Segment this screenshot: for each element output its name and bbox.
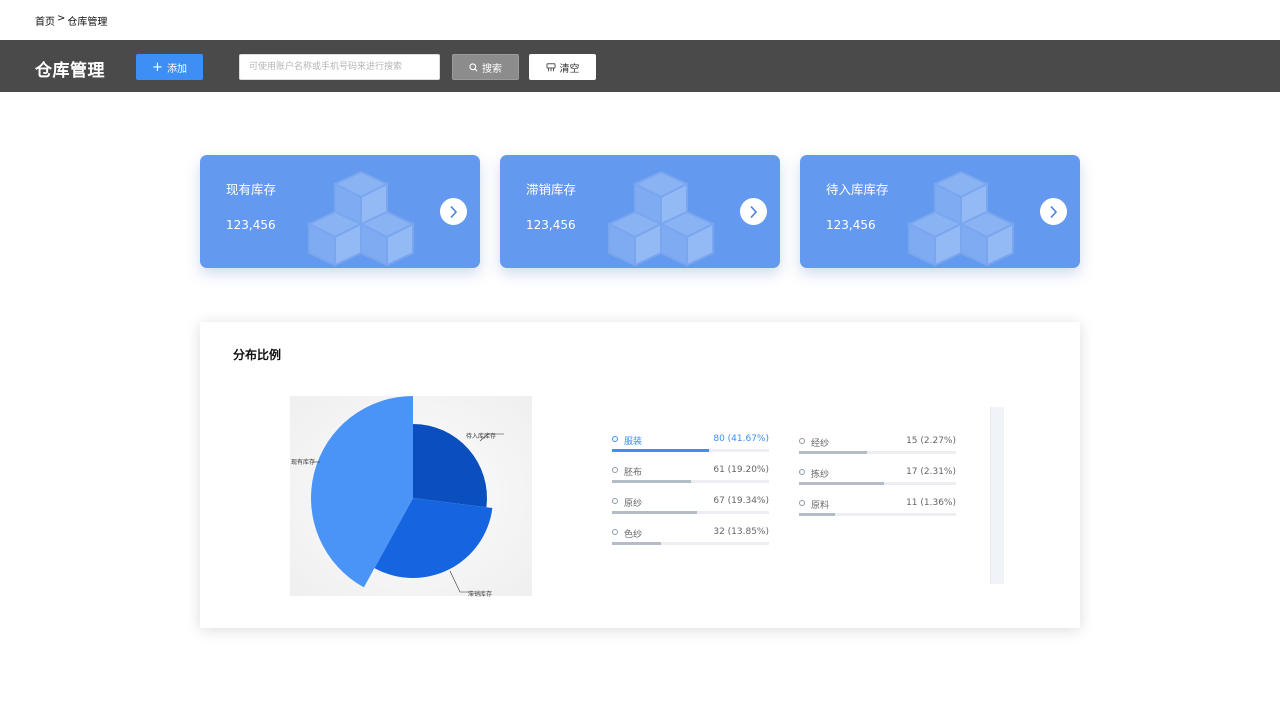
pie-label-pending: 待入库库存	[466, 433, 497, 440]
card-slow-moving-stock: 滞销库存 123,456	[500, 155, 780, 268]
page-title: 仓库管理	[35, 61, 105, 81]
legend-item[interactable]: 原料 11 (1.36%)	[799, 498, 956, 522]
search-icon	[469, 62, 478, 71]
legend-value: 17 (2.31%)	[906, 467, 956, 477]
legend-dot-icon	[612, 529, 618, 535]
cubes-icon	[906, 170, 1016, 267]
breadcrumb: 首页 > 仓库管理	[35, 13, 107, 28]
toolbar: 仓库管理 + 添加 搜索 清空	[0, 40, 1280, 92]
pie-leader-slow	[449, 570, 470, 593]
legend-value: 11 (1.36%)	[906, 498, 956, 508]
legend-value: 67 (19.34%)	[713, 496, 769, 506]
legend-name: 拣纱	[811, 470, 830, 480]
legend-dot-icon	[612, 498, 618, 504]
add-button-label: 添加	[166, 63, 187, 75]
legend-progress-fill	[612, 480, 691, 483]
clear-button-label: 清空	[559, 63, 580, 75]
legend-item[interactable]: 经纱 15 (2.27%)	[799, 436, 956, 460]
pie-label-slow: 滞销库存	[468, 591, 493, 598]
chevron-right-icon	[750, 205, 758, 218]
panel-title: 分布比例	[233, 348, 282, 362]
card-current-stock: 现有库存 123,456	[200, 155, 480, 268]
cubes-icon	[306, 170, 416, 267]
legend-progress-fill	[612, 511, 697, 514]
legend-name: 经纱	[811, 439, 830, 449]
legend-progress-track	[612, 542, 769, 545]
legend-dot-icon	[612, 467, 618, 473]
legend-progress-track	[612, 449, 769, 452]
card-arrow-button[interactable]	[1040, 198, 1067, 225]
card-label: 现有库存	[226, 182, 277, 197]
card-value: 123,456	[226, 218, 276, 232]
legend-item[interactable]: 原纱 67 (19.34%)	[612, 496, 769, 520]
card-arrow-button[interactable]	[740, 198, 767, 225]
distribution-panel: 分布比例 现有库存 待入库库存 滞销库存 服装 80 (41.67%) 胚布 61 (…	[200, 322, 1080, 628]
eraser-icon	[546, 62, 555, 71]
legend-dot-icon	[799, 469, 805, 475]
legend-progress-fill	[612, 449, 710, 452]
breadcrumb-current: 仓库管理	[67, 17, 108, 28]
legend-name: 胚布	[624, 468, 643, 478]
legend-item[interactable]: 色纱 32 (13.85%)	[612, 527, 769, 551]
legend-value: 32 (13.85%)	[713, 527, 769, 537]
legend-progress-track	[612, 511, 769, 514]
pie-chart-svg	[310, 396, 504, 593]
breadcrumb-home[interactable]: 首页	[35, 13, 55, 28]
legend-progress-fill	[799, 451, 867, 454]
legend-progress-fill	[799, 513, 836, 516]
legend-value: 61 (19.20%)	[713, 465, 769, 475]
card-pending-stock: 待入库库存 123,456	[800, 155, 1080, 268]
legend-progress-track	[799, 482, 956, 485]
card-value: 123,456	[526, 218, 576, 232]
legend-dot-icon	[799, 500, 805, 506]
pie-chart: 现有库存 待入库库存 滞销库存	[290, 396, 532, 598]
cubes-icon	[606, 170, 716, 267]
legend-name: 原纱	[624, 499, 643, 509]
legend-progress-track	[799, 513, 956, 516]
legend-item[interactable]: 胚布 61 (19.20%)	[612, 465, 769, 489]
chevron-right-icon	[450, 205, 458, 218]
add-button[interactable]: + 添加	[136, 54, 203, 80]
legend-name: 原料	[811, 501, 830, 511]
legend-name: 服装	[624, 437, 643, 447]
card-label: 滞销库存	[526, 182, 577, 197]
legend-item[interactable]: 拣纱 17 (2.31%)	[799, 467, 956, 491]
legend-value: 15 (2.27%)	[906, 436, 956, 446]
card-label: 待入库库存	[826, 182, 889, 197]
legend-name: 色纱	[624, 530, 643, 540]
breadcrumb-separator: >	[57, 13, 66, 24]
search-button[interactable]: 搜索	[452, 54, 519, 80]
plus-icon: +	[152, 59, 163, 75]
legend-scrollbar[interactable]	[990, 407, 1004, 584]
legend-progress-track	[799, 451, 956, 454]
chevron-right-icon	[1050, 205, 1058, 218]
pie-label-current: 现有库存	[291, 459, 316, 466]
legend-dot-icon	[799, 438, 805, 444]
legend-progress-fill	[799, 482, 884, 485]
clear-button[interactable]: 清空	[529, 54, 596, 80]
search-button-label: 搜索	[482, 63, 502, 75]
legend-item[interactable]: 服装 80 (41.67%)	[612, 434, 769, 458]
legend-progress-fill	[612, 542, 661, 545]
search-input[interactable]	[239, 54, 440, 80]
legend-value: 80 (41.67%)	[713, 434, 769, 444]
card-arrow-button[interactable]	[440, 198, 467, 225]
legend-progress-track	[612, 480, 769, 483]
legend-dot-icon	[612, 436, 618, 442]
card-value: 123,456	[826, 218, 876, 232]
